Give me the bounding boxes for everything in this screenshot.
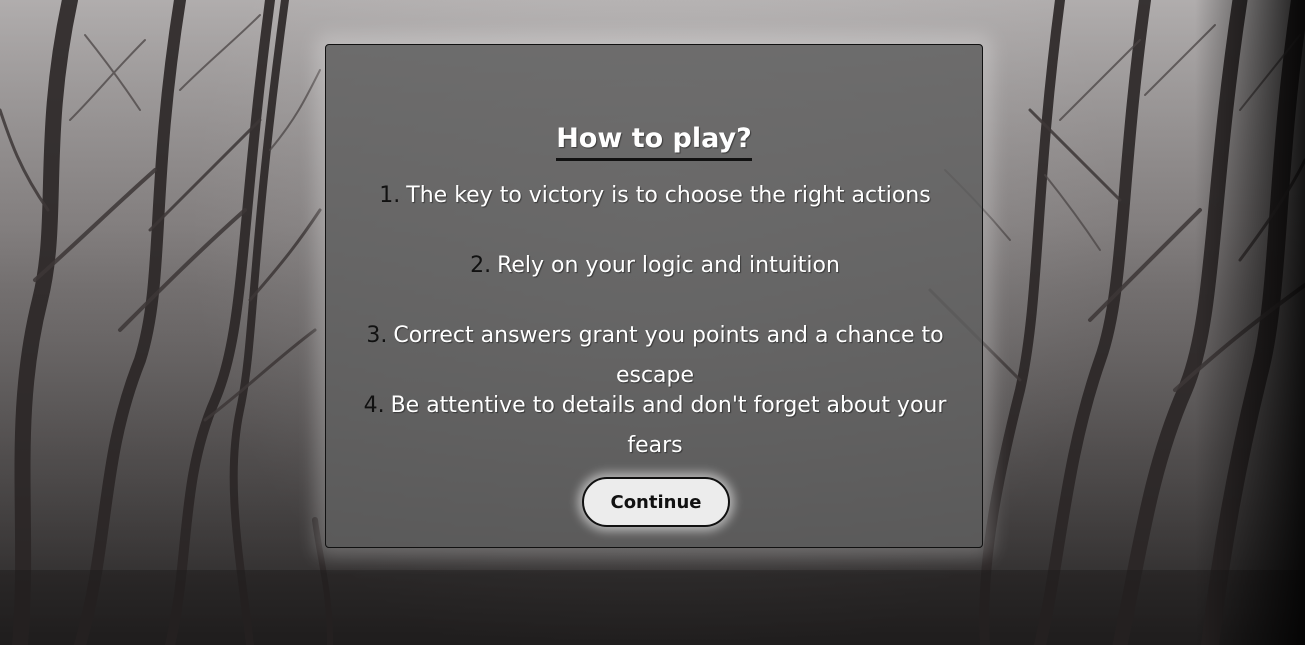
rule-item-3: 3. Correct answers grant you points and a… <box>354 316 956 396</box>
rule-text: The key to victory is to choose the righ… <box>406 183 931 208</box>
rule-text: Be attentive to details and don't forget… <box>390 393 947 458</box>
right-shadow <box>1195 0 1305 645</box>
rule-item-4: 4. Be attentive to details and don't forg… <box>354 386 956 466</box>
rule-item-1: 1. The key to victory is to choose the ri… <box>354 176 956 216</box>
continue-button[interactable]: Continue <box>582 477 730 527</box>
rule-number: 2. <box>470 253 492 278</box>
game-scene: How to play? 1. The key to victory is to … <box>0 0 1305 645</box>
rule-text: Correct answers grant you points and a c… <box>393 323 944 388</box>
rule-item-2: 2. Rely on your logic and intuition <box>354 246 956 286</box>
rule-number: 4. <box>363 393 385 418</box>
dialog-title: How to play? <box>556 125 752 161</box>
rule-number: 3. <box>366 323 388 348</box>
dialog-header: How to play? <box>326 125 982 161</box>
rule-number: 1. <box>379 183 401 208</box>
rule-text: Rely on your logic and intuition <box>497 253 840 278</box>
how-to-play-dialog: How to play? 1. The key to victory is to … <box>325 44 983 548</box>
